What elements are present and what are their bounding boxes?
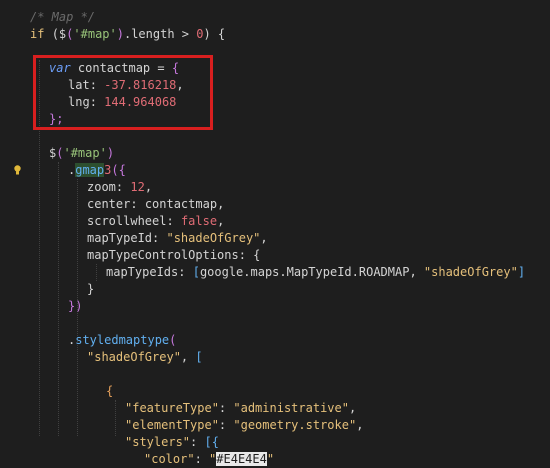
code-line: "stylers": [{ <box>125 434 219 451</box>
indent-guide <box>58 162 59 436</box>
code-line: } <box>87 281 94 298</box>
code-token: ({ <box>111 163 126 177</box>
code-token: "shadeOfGrey" <box>87 350 181 364</box>
code-line: "elementType": "geometry.stroke", <box>125 417 363 434</box>
code-token: .length <box>123 27 182 41</box>
code-token: : <box>152 231 167 245</box>
code-line: center: contactmap, <box>87 196 224 213</box>
code-token: ) { <box>203 27 226 41</box>
code-token: 12 <box>130 180 145 194</box>
code-token: ] <box>517 265 526 279</box>
code-token: > <box>181 27 197 41</box>
code-token: }) <box>68 299 83 313</box>
code-line: { <box>106 383 113 400</box>
code-token: '#map' <box>63 146 107 160</box>
code-token: : <box>238 248 254 262</box>
code-token: google.maps.MapTypeId.ROADMAP <box>199 265 410 279</box>
code-token: "color" <box>144 452 195 466</box>
code-line: }) <box>68 298 82 315</box>
code-token: "geometry.stroke" <box>233 418 357 432</box>
code-token: mapTypeId <box>87 231 153 245</box>
code-editor[interactable]: /* Map */if ($('#map').length > 0) {var … <box>0 0 550 466</box>
code-token: mapTypeControlOptions <box>87 248 239 262</box>
lightbulb-icon[interactable] <box>13 162 22 179</box>
code-token: , <box>217 197 225 211</box>
code-token: ) <box>106 146 115 160</box>
code-token: : <box>166 214 181 228</box>
code-line: .gmap3({ <box>68 162 126 179</box>
code-token: '#map' <box>73 27 117 41</box>
code-token: center <box>87 197 131 211</box>
code-token: zoom <box>87 180 116 194</box>
code-token: : <box>130 197 145 211</box>
code-token: , <box>348 401 357 415</box>
code-line: "featureType": "administrative", <box>125 400 356 417</box>
code-line: $('#map') <box>49 145 114 162</box>
code-token: gmap <box>75 163 105 177</box>
code-token: "stylers" <box>125 435 191 449</box>
code-token: [{ <box>204 435 219 449</box>
code-token: : <box>115 180 131 194</box>
code-token: , <box>217 214 225 228</box>
code-token: } <box>87 282 95 296</box>
code-token: : <box>178 265 193 279</box>
code-line: "color": "#E4E4E4" <box>144 451 274 468</box>
code-token: "administrative" <box>233 401 349 415</box>
code-token: ) <box>116 27 124 41</box>
code-token: { <box>253 248 261 262</box>
code-line: mapTypeControlOptions: { <box>87 247 260 264</box>
code-token: contactmap <box>144 197 218 211</box>
code-line: /* Map */ <box>30 9 95 26</box>
code-token: ( <box>169 333 177 347</box>
code-line: if ($('#map').length > 0) { <box>30 26 225 43</box>
indent-guide <box>115 400 116 436</box>
code-line: .styledmaptype( <box>68 332 176 349</box>
code-token: { <box>106 384 114 398</box>
code-token: , <box>144 180 153 194</box>
code-token: [ <box>192 265 200 279</box>
code-line: "shadeOfGrey", [ <box>87 349 203 366</box>
code-token: , <box>260 231 268 245</box>
code-line: mapTypeId: "shadeOfGrey", <box>87 230 268 247</box>
code-token: , <box>180 350 196 364</box>
code-token: : <box>194 452 210 466</box>
code-token: ( <box>51 27 59 41</box>
code-token: , <box>356 418 364 432</box>
code-token: [ <box>195 350 203 364</box>
code-token: /* Map */ <box>30 10 96 24</box>
code-token: styledmaptype <box>75 333 170 347</box>
highlight-annotation-box <box>33 55 213 130</box>
code-token: : <box>190 435 205 449</box>
code-token: "featureType" <box>125 401 219 415</box>
code-line: zoom: 12, <box>87 179 152 196</box>
code-token: if <box>30 27 52 41</box>
code-token: : <box>218 418 234 432</box>
code-token: scrollwheel <box>87 214 167 228</box>
code-token: "shadeOfGrey" <box>423 265 518 279</box>
code-token: "shadeOfGrey" <box>166 231 261 245</box>
code-line: scrollwheel: false, <box>87 213 224 230</box>
code-token: false <box>180 214 218 228</box>
indent-guide <box>96 264 97 281</box>
code-token: #E4E4E4 <box>216 452 267 466</box>
code-token: : <box>218 401 234 415</box>
code-token: mapTypeIds <box>106 265 179 279</box>
code-token: " <box>266 452 275 466</box>
code-token: "elementType" <box>125 418 219 432</box>
editor-gutter <box>0 0 28 436</box>
code-token: , <box>409 265 424 279</box>
code-line: mapTypeIds: [google.maps.MapTypeId.ROADM… <box>106 264 525 281</box>
